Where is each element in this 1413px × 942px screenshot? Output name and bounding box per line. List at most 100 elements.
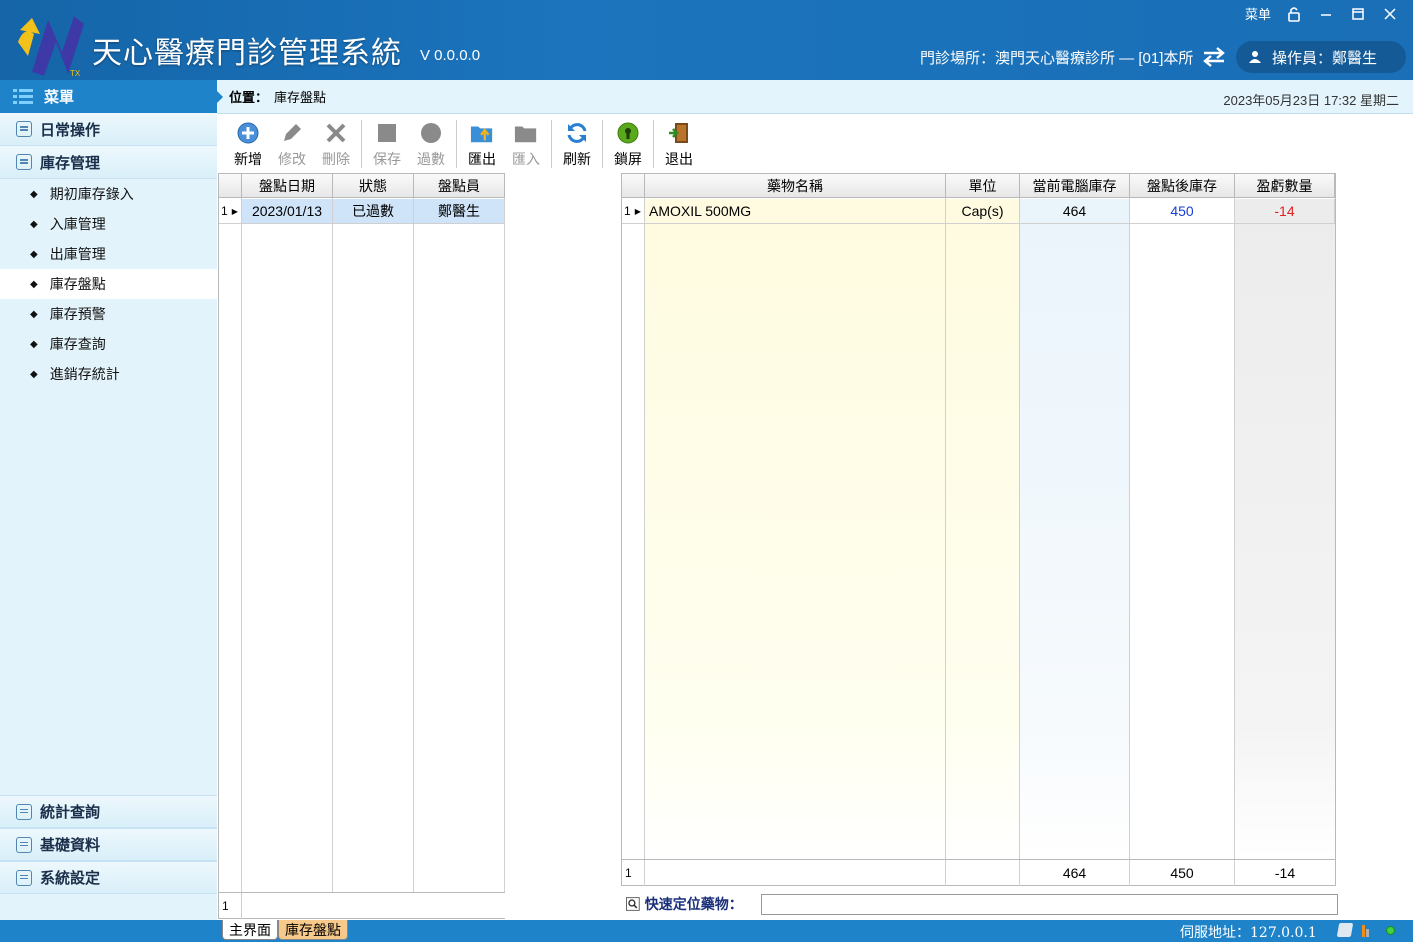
- export-button[interactable]: 匯出: [460, 117, 504, 171]
- edit-icon: [280, 121, 304, 145]
- sidebar: 菜單 日常操作 庫存管理 ◆ 期初庫存錄入 ◆ 入庫管理 ◆ 出庫管理 ◆ 庫存盤點 ◆…: [0, 80, 217, 920]
- footer-difference-total: -14: [1274, 865, 1296, 881]
- menu-label[interactable]: 菜单: [1245, 4, 1271, 23]
- tab-stocktake[interactable]: 庫存盤點: [278, 920, 348, 940]
- calendar-icon: [16, 121, 32, 137]
- toolbar-separator: [653, 120, 654, 168]
- table-row[interactable]: 1 ▶ AMOXIL 500MG Cap(s) 464 450 -14: [622, 199, 1335, 225]
- toolbar-separator: [602, 120, 603, 168]
- breadcrumb: 位置： 庫存盤點 2023年05月23日 17:32 星期二: [217, 80, 1413, 114]
- close-icon[interactable]: [1381, 5, 1399, 23]
- menu-list-icon: [13, 88, 33, 104]
- import-button[interactable]: 匯入: [504, 117, 548, 171]
- edit-button[interactable]: 修改: [270, 117, 314, 171]
- export-folder-icon: [470, 121, 494, 145]
- column-header-drug-name[interactable]: 藥物名稱: [645, 174, 946, 198]
- toolbar-separator: [551, 120, 552, 168]
- sidebar-item-initial-stock[interactable]: ◆ 期初庫存錄入: [0, 179, 217, 209]
- sidebar-group-label: 系統設定: [40, 870, 101, 887]
- table-footer: 1 464 450 -14: [622, 859, 1335, 886]
- refresh-button[interactable]: 刷新: [555, 117, 599, 171]
- sidebar-group-settings[interactable]: 系統設定: [0, 861, 217, 894]
- sidebar-item-stock-out[interactable]: ◆ 出庫管理: [0, 239, 217, 269]
- column-header-current-stock[interactable]: 當前電腦庫存: [1020, 174, 1130, 198]
- cell-drug-name[interactable]: AMOXIL 500MG: [645, 199, 946, 224]
- list-icon: [16, 836, 32, 853]
- inventory-icon: [16, 154, 32, 170]
- toolbar: 新增 修改 刪除 保存 過數 匯出 匯入 刷新 鎖屏 退出: [226, 117, 1411, 171]
- sidebar-group-basic-data[interactable]: 基礎資料: [0, 828, 217, 861]
- sidebar-item-stock-stats[interactable]: ◆ 進銷存統計: [0, 359, 217, 389]
- cell-difference[interactable]: -14: [1235, 199, 1335, 224]
- cell-date[interactable]: 2023/01/13: [242, 199, 333, 224]
- column-header-staff[interactable]: 盤點員: [414, 174, 505, 198]
- sidebar-group-inventory[interactable]: 庫存管理: [0, 146, 217, 179]
- sidebar-item-stock-query[interactable]: ◆ 庫存查詢: [0, 329, 217, 359]
- bullet-icon: ◆: [30, 278, 38, 290]
- cell-staff[interactable]: 鄭醫生: [414, 199, 505, 224]
- column-header-difference[interactable]: 盈虧數量: [1235, 174, 1335, 198]
- column-header-counted-stock[interactable]: 盤點後庫存: [1130, 174, 1235, 198]
- lock-screen-button[interactable]: 鎖屏: [606, 117, 650, 171]
- delete-icon: [324, 121, 348, 145]
- cell-current-stock[interactable]: 464: [1020, 199, 1130, 224]
- sidebar-header[interactable]: 菜單: [0, 80, 217, 113]
- edit-label: 修改: [278, 151, 306, 167]
- sidebar-group-daily[interactable]: 日常操作: [0, 113, 217, 146]
- delete-button[interactable]: 刪除: [314, 117, 358, 171]
- notes-icon[interactable]: [1336, 923, 1354, 937]
- row-number: 1: [221, 204, 228, 218]
- save-button[interactable]: 保存: [365, 117, 409, 171]
- lock-icon[interactable]: [1285, 5, 1303, 23]
- add-button[interactable]: 新增: [226, 117, 270, 171]
- footer-row-count: 1: [622, 860, 645, 886]
- row-number: 1: [624, 204, 631, 218]
- cell-status[interactable]: 已過數: [333, 199, 414, 224]
- column-header-status[interactable]: 狀態: [333, 174, 414, 198]
- row-pointer-icon: ▶: [231, 206, 238, 216]
- post-button[interactable]: 過數: [409, 117, 453, 171]
- footer-blank: [645, 860, 946, 886]
- switch-clinic-icon[interactable]: [1200, 46, 1228, 68]
- sidebar-item-label: 入庫管理: [49, 216, 106, 232]
- sidebar-item-stocktake[interactable]: ◆ 庫存盤點: [0, 269, 217, 299]
- sidebar-group-label: 基礎資料: [40, 837, 101, 854]
- operator-badge[interactable]: 操作員：鄭醫生: [1236, 41, 1406, 73]
- column-header-unit[interactable]: 單位: [946, 174, 1020, 198]
- post-icon: [419, 121, 443, 145]
- import-label: 匯入: [512, 151, 540, 167]
- table-footer: 1: [219, 892, 505, 919]
- row-indicator: 1 ▶: [622, 199, 645, 224]
- column-header-date[interactable]: 盤點日期: [242, 174, 333, 198]
- export-label: 匯出: [468, 151, 496, 167]
- tab-main[interactable]: 主界面: [222, 920, 278, 940]
- operator-name: 操作員：鄭醫生: [1272, 49, 1378, 67]
- bullet-icon: ◆: [30, 338, 38, 350]
- bullet-icon: ◆: [30, 218, 38, 230]
- sidebar-item-stock-in[interactable]: ◆ 入庫管理: [0, 209, 217, 239]
- bullet-icon: ◆: [30, 188, 38, 200]
- footer-blank: [946, 860, 1020, 886]
- footer-current-total: 464: [1020, 860, 1130, 886]
- column-header-corner: [622, 174, 645, 198]
- sidebar-item-label: 庫存查詢: [49, 336, 106, 352]
- maximize-icon[interactable]: [1349, 5, 1367, 23]
- lock-label: 鎖屏: [614, 151, 642, 167]
- window-controls: 菜单: [1245, 4, 1399, 23]
- sidebar-item-label: 期初庫存錄入: [49, 186, 134, 202]
- exit-door-icon: [667, 121, 691, 145]
- import-folder-icon: [514, 121, 538, 145]
- cell-unit[interactable]: Cap(s): [946, 199, 1020, 224]
- refresh-label: 刷新: [563, 151, 591, 167]
- sidebar-group-statistics[interactable]: 統計查詢: [0, 795, 217, 828]
- quick-search-input[interactable]: [760, 893, 1338, 915]
- table-row[interactable]: 1 ▶ 2023/01/13 已過數 鄭醫生: [219, 199, 505, 225]
- exit-button[interactable]: 退出: [657, 117, 701, 171]
- minimize-icon[interactable]: [1317, 5, 1335, 23]
- save-label: 保存: [373, 151, 401, 167]
- cell-counted-stock[interactable]: 450: [1130, 199, 1235, 224]
- row-pointer-icon: ▶: [634, 206, 641, 216]
- bullet-icon: ◆: [30, 308, 38, 320]
- sidebar-item-stock-alert[interactable]: ◆ 庫存預警: [0, 299, 217, 329]
- sidebar-item-label: 庫存盤點: [49, 276, 106, 292]
